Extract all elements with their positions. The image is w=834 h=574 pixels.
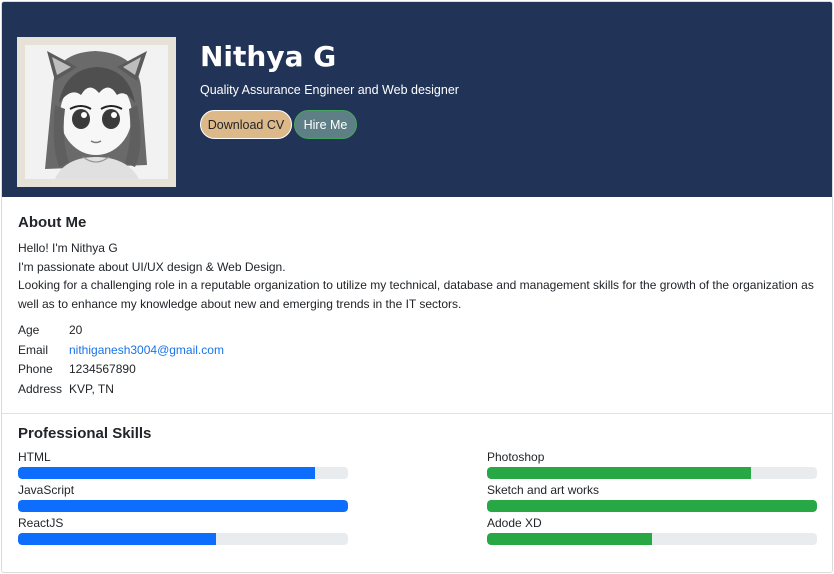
skill-bar-fill xyxy=(487,467,751,479)
skill-label-photoshop: Photoshop xyxy=(487,450,545,464)
about-passion: I'm passionate about UI/UX design & Web … xyxy=(18,259,286,274)
about-greeting: Hello! I'm Nithya G xyxy=(18,241,118,255)
skill-bar-javascript xyxy=(18,500,348,512)
profile-header: Nithya G Quality Assurance Engineer and … xyxy=(2,2,832,197)
about-objective: Looking for a challenging role in a repu… xyxy=(18,278,814,312)
skill-bar-html xyxy=(18,467,348,479)
skill-label-html: HTML xyxy=(18,450,51,464)
personal-info: Age 20 Email nithiganesh3004@gmail.com P… xyxy=(18,321,224,399)
skill-bar-fill xyxy=(18,533,216,545)
avatar-illustration xyxy=(25,45,168,179)
about-text: Hello! I'm Nithya G I'm passionate about… xyxy=(18,239,824,314)
skills-title: Professional Skills xyxy=(18,425,152,442)
skill-bar-reactjs xyxy=(18,533,348,545)
skill-bar-fill xyxy=(18,500,348,512)
profile-role: Quality Assurance Engineer and Web desig… xyxy=(200,83,459,97)
skill-label-adobe-xd: Adode XD xyxy=(487,516,542,530)
skill-bar-adobe-xd xyxy=(487,533,817,545)
hire-me-button[interactable]: Hire Me xyxy=(294,110,357,139)
skill-bar-fill xyxy=(487,500,817,512)
email-link[interactable]: nithiganesh3004@gmail.com xyxy=(69,341,224,361)
about-title: About Me xyxy=(18,214,87,231)
info-row-age: Age 20 xyxy=(18,321,224,341)
info-label: Phone xyxy=(18,362,53,377)
info-value: KVP, TN xyxy=(69,381,114,396)
profile-photo xyxy=(25,45,168,179)
info-label: Email xyxy=(18,342,49,357)
info-label: Address xyxy=(18,381,63,396)
download-cv-button[interactable]: Download CV xyxy=(200,110,292,139)
resume-card: Nithya G Quality Assurance Engineer and … xyxy=(1,1,833,573)
skill-label-reactjs: ReactJS xyxy=(18,516,64,530)
info-row-phone: Phone 1234567890 xyxy=(18,360,224,380)
info-value: 20 xyxy=(69,323,83,337)
skill-bar-sketch xyxy=(487,500,817,512)
info-label: Age xyxy=(18,323,40,337)
info-value: 1234567890 xyxy=(69,362,136,377)
info-row-address: Address KVP, TN xyxy=(18,380,224,400)
skill-bar-fill xyxy=(18,467,315,479)
section-divider xyxy=(2,413,832,414)
info-row-email: Email nithiganesh3004@gmail.com xyxy=(18,341,224,361)
profile-photo-frame xyxy=(17,37,176,187)
skill-label-javascript: JavaScript xyxy=(18,483,75,497)
skill-label-sketch: Sketch and art works xyxy=(487,483,600,497)
profile-name: Nithya G xyxy=(200,40,337,73)
skill-bar-fill xyxy=(487,533,652,545)
skill-bar-photoshop xyxy=(487,467,817,479)
